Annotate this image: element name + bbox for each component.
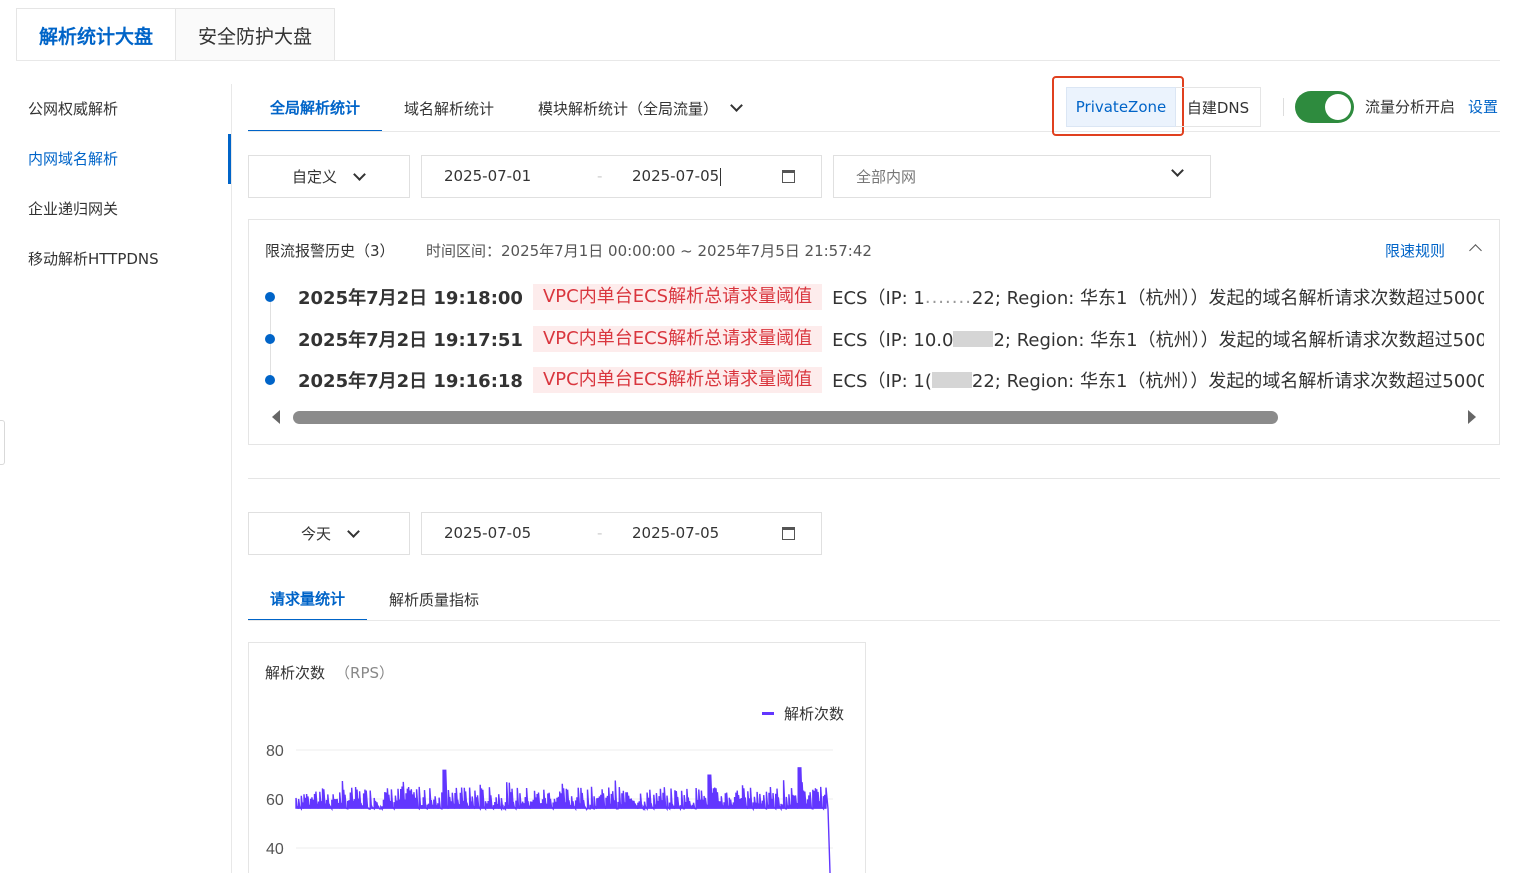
series-line xyxy=(295,767,831,873)
date-range-picker-today[interactable]: 2025-07-05 - 2025-07-05 xyxy=(421,512,822,555)
tab-global-stats[interactable]: 全局解析统计 xyxy=(248,84,383,132)
alert-message-prefix: ECS（IP: 1 xyxy=(832,288,925,309)
alert-item: 2025年7月2日 19:16:18 VPC内单台ECS解析总请求量阈值 ECS… xyxy=(265,365,1484,395)
alert-time: 2025年7月2日 19:16:18 xyxy=(298,371,523,392)
tab-quality-metrics[interactable]: 解析质量指标 xyxy=(367,578,501,621)
top-tabs: 解析统计大盘 安全防护大盘 xyxy=(16,8,336,61)
sub-tabs-divider xyxy=(248,131,1500,132)
tab-security-dashboard[interactable]: 安全防护大盘 xyxy=(175,8,336,61)
start-date: 2025-07-05 xyxy=(444,524,532,542)
end-date: 2025-07-05 xyxy=(632,167,722,186)
date-range-picker[interactable]: 2025-07-01 - 2025-07-05 xyxy=(421,155,822,198)
calendar-icon xyxy=(782,527,795,540)
alert-tag: VPC内单台ECS解析总请求量阈值 xyxy=(532,326,823,352)
alert-message-suffix: 2; Region: 华东1（杭州））发起的域名解析请求次数超过5000次 xyxy=(993,330,1484,351)
alert-tag: VPC内单台ECS解析总请求量阈值 xyxy=(532,284,823,310)
resolution-count-chart: 80 60 40 xyxy=(266,743,833,873)
chart-title-text: 解析次数 xyxy=(265,664,326,682)
start-date: 2025-07-01 xyxy=(444,167,532,185)
sidebar-collapse-handle[interactable] xyxy=(0,420,5,465)
sidebar: 公网权威解析 内网域名解析 企业递归网关 移动解析HTTPDNS xyxy=(0,84,232,284)
stats-tabs-divider xyxy=(248,620,1500,621)
alert-message-prefix: ECS（IP: 10.0 xyxy=(832,330,954,351)
alert-message-suffix: 22; Region: 华东1（杭州））发起的域名解析请求次数超过5000次 xyxy=(971,288,1484,309)
masked-ip: ....... xyxy=(924,286,972,308)
masked-ip xyxy=(931,372,972,388)
toggle-knob xyxy=(1325,94,1351,120)
alert-list: 2025年7月2日 19:18:00 VPC内单台ECS解析总请求量阈值 ECS… xyxy=(255,280,1484,395)
scroll-left-arrow-icon[interactable] xyxy=(272,410,280,424)
chevron-down-icon xyxy=(347,524,360,538)
traffic-settings-link[interactable]: 设置 xyxy=(1468,96,1498,117)
alert-message-suffix: 22; Region: 华东1（杭州））发起的域名解析请求次数超过5000次 xyxy=(971,371,1484,392)
masked-ip xyxy=(953,331,994,347)
sidebar-item-public-authoritative[interactable]: 公网权威解析 xyxy=(0,84,232,134)
tab-module-stats-label: 模块解析统计（全局流量） xyxy=(538,99,719,118)
tab-module-stats[interactable]: 模块解析统计（全局流量） xyxy=(516,84,763,132)
alert-time: 2025年7月2日 19:18:00 xyxy=(298,288,523,309)
y-tick-label: 40 xyxy=(266,841,284,858)
chevron-down-icon xyxy=(1171,164,1184,177)
sidebar-item-recursive-gateway[interactable]: 企业递归网关 xyxy=(0,184,232,234)
network-select-placeholder: 全部内网 xyxy=(856,168,917,186)
rate-limit-rules-link[interactable]: 限速规则 xyxy=(1385,240,1445,261)
text-cursor xyxy=(720,167,722,186)
section-divider xyxy=(248,478,1500,479)
end-date: 2025-07-05 xyxy=(632,524,720,542)
y-tick-label: 60 xyxy=(266,792,284,809)
tab-resolution-dashboard[interactable]: 解析统计大盘 xyxy=(16,8,176,61)
chevron-down-icon xyxy=(730,99,743,112)
period-select[interactable]: 自定义 xyxy=(248,155,410,198)
stats-tabs: 请求量统计 解析质量指标 xyxy=(248,578,501,621)
timeline-dot xyxy=(265,375,275,385)
sidebar-divider xyxy=(231,84,232,873)
chart-unit: （RPS） xyxy=(335,664,395,682)
timeline-dot xyxy=(265,334,275,344)
alert-tag: VPC内单台ECS解析总请求量阈值 xyxy=(532,367,823,393)
legend-swatch xyxy=(762,712,774,715)
chart-title: 解析次数 （RPS） xyxy=(265,662,394,683)
end-date-value: 2025-07-05 xyxy=(632,167,720,185)
sidebar-item-private-zone[interactable]: 内网域名解析 xyxy=(0,134,232,184)
scrollbar-thumb[interactable] xyxy=(293,411,1278,424)
alert-time: 2025年7月2日 19:17:51 xyxy=(298,330,523,351)
privatezone-button[interactable]: PrivateZone xyxy=(1066,87,1176,127)
alert-history-title: 限流报警历史（3） xyxy=(265,242,395,260)
scroll-right-arrow-icon[interactable] xyxy=(1468,410,1476,424)
traffic-analysis-label: 流量分析开启 xyxy=(1365,98,1456,116)
period-select-value: 自定义 xyxy=(292,168,338,186)
traffic-analysis-toggle[interactable] xyxy=(1295,91,1354,123)
period-select-value: 今天 xyxy=(301,525,332,543)
tab-request-stats[interactable]: 请求量统计 xyxy=(248,578,368,621)
sub-tabs: 全局解析统计 域名解析统计 模块解析统计（全局流量） xyxy=(248,84,763,132)
alert-item: 2025年7月2日 19:18:00 VPC内单台ECS解析总请求量阈值 ECS… xyxy=(265,282,1484,312)
toolbar-separator xyxy=(1283,98,1284,116)
y-tick-label: 80 xyxy=(266,743,284,760)
alert-item: 2025年7月2日 19:17:51 VPC内单台ECS解析总请求量阈值 ECS… xyxy=(265,324,1484,354)
period-select-today[interactable]: 今天 xyxy=(248,512,410,555)
tab-domain-stats[interactable]: 域名解析统计 xyxy=(382,84,516,132)
legend-label: 解析次数 xyxy=(784,705,845,723)
alert-message-prefix: ECS（IP: 1( xyxy=(832,371,932,392)
timeline-dot xyxy=(265,292,275,302)
self-dns-button[interactable]: 自建DNS xyxy=(1176,87,1261,127)
calendar-icon xyxy=(782,170,795,183)
sidebar-item-httpdns[interactable]: 移动解析HTTPDNS xyxy=(0,234,232,284)
chevron-down-icon xyxy=(353,167,366,181)
date-separator: - xyxy=(597,524,603,542)
date-separator: - xyxy=(597,167,603,185)
alert-time-range: 时间区间：2025年7月1日 00:00:00 ~ 2025年7月5日 21:5… xyxy=(426,242,872,260)
network-select[interactable]: 全部内网 xyxy=(833,155,1211,198)
top-tabs-divider xyxy=(16,60,1500,61)
chart-legend[interactable]: 解析次数 xyxy=(762,703,844,724)
